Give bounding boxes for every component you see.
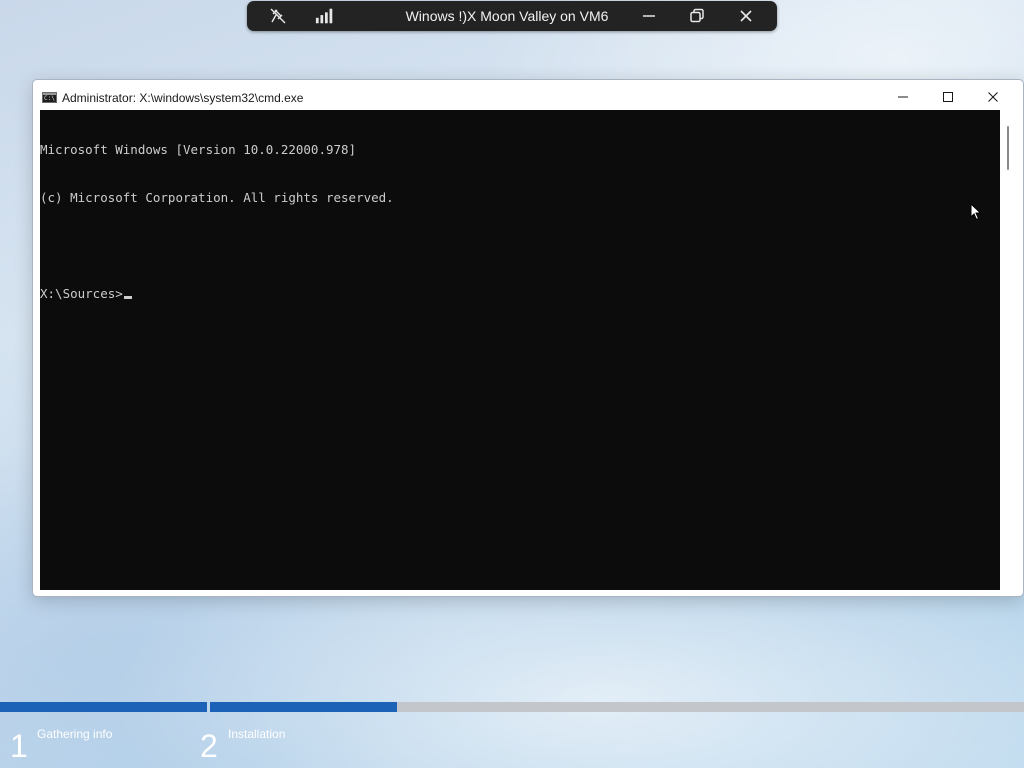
remote-session-bar: Winows !)X Moon Valley on VM6: [247, 1, 777, 31]
step2-label: Installation: [228, 727, 286, 741]
cmd-app-icon: C:\: [42, 92, 57, 103]
pin-icon[interactable]: [268, 6, 288, 26]
step2-number: 2: [200, 728, 218, 764]
cmd-close-button[interactable]: [978, 84, 1008, 110]
scrollbar[interactable]: [1000, 110, 1016, 590]
progress-step1-fill: [0, 702, 207, 712]
remote-session-title: Winows !)X Moon Valley on VM6: [405, 8, 609, 24]
step1-label: Gathering info: [37, 727, 113, 741]
scrollbar-thumb[interactable]: [1007, 126, 1009, 170]
progress-step2-fill: [210, 702, 397, 712]
console-prompt-line[interactable]: X:\Sources>: [40, 286, 1000, 302]
step1-number: 1: [10, 728, 28, 764]
close-icon[interactable]: [736, 6, 756, 26]
cmd-minimize-button[interactable]: [888, 84, 918, 110]
signal-icon[interactable]: [315, 6, 335, 26]
cmd-maximize-button[interactable]: [933, 84, 963, 110]
console-prompt: X:\Sources>: [40, 286, 123, 301]
minimize-icon[interactable]: [639, 6, 659, 26]
cmd-window-title: Administrator: X:\windows\system32\cmd.e…: [62, 91, 304, 105]
cmd-titlebar[interactable]: C:\ Administrator: X:\windows\system32\c…: [33, 80, 1023, 110]
console-line-version: Microsoft Windows [Version 10.0.22000.97…: [40, 142, 357, 157]
setup-progress-bar: [0, 702, 1024, 712]
console-line-copyright: (c) Microsoft Corporation. All rights re…: [40, 190, 394, 205]
console-output[interactable]: Microsoft Windows [Version 10.0.22000.97…: [40, 110, 1000, 590]
mouse-pointer-icon: [970, 202, 982, 226]
cmd-app-icon-text: C:\: [44, 95, 55, 102]
restore-icon[interactable]: [687, 6, 707, 26]
text-cursor: [123, 296, 132, 299]
cmd-window: C:\ Administrator: X:\windows\system32\c…: [32, 79, 1024, 597]
